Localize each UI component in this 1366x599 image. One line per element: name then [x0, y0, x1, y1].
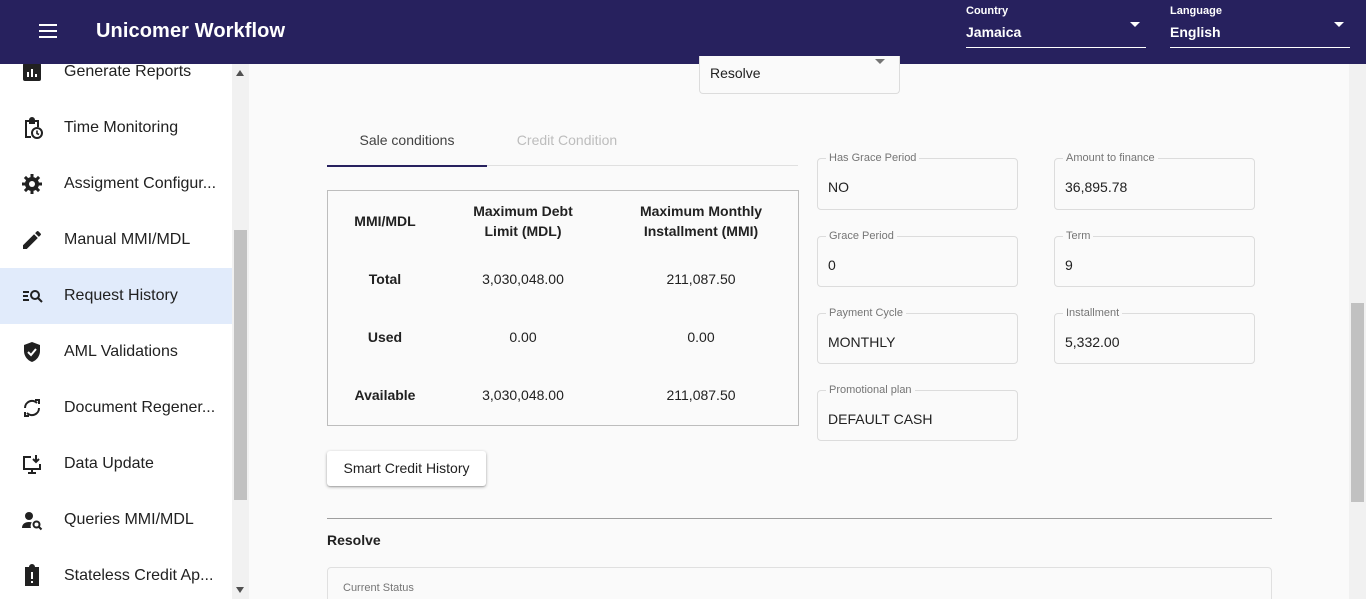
- resolve-section-title: Resolve: [327, 532, 381, 548]
- field-label: Amount to finance: [1063, 152, 1158, 164]
- field-label: Payment Cycle: [826, 307, 906, 319]
- field-value: 0: [828, 257, 836, 273]
- sidebar-item-queries-mmi-mdl[interactable]: Queries MMI/MDL: [0, 492, 232, 548]
- used-mdl-value: 0.00: [509, 329, 537, 345]
- sidebar-item-data-update[interactable]: Data Update: [0, 436, 232, 492]
- sidebar-item-generate-reports[interactable]: Generate Reports: [0, 64, 232, 100]
- header-mmi: Maximum Monthly Installment (MMI): [639, 203, 763, 239]
- sidebar-item-label: Generate Reports: [64, 64, 192, 80]
- language-value: English: [1170, 24, 1221, 40]
- field-value: MONTHLY: [828, 334, 896, 350]
- app-title: Unicomer Workflow: [96, 20, 286, 42]
- pencil-icon: [23, 230, 41, 249]
- field-value: 36,895.78: [1065, 179, 1128, 195]
- shield-check-icon: [24, 342, 40, 362]
- available-mdl-value: 3,030,048.00: [482, 387, 564, 403]
- installment-field[interactable]: Installment 5,332.00: [1054, 307, 1255, 364]
- current-status-field[interactable]: Current Status: [327, 567, 1272, 599]
- used-mmi-value: 0.00: [687, 329, 715, 345]
- sidebar-item-label: Queries MMI/MDL: [64, 511, 194, 528]
- field-value: DEFAULT CASH: [828, 411, 933, 427]
- field-value: 5,332.00: [1065, 334, 1120, 350]
- dropdown-arrow-icon: [1334, 22, 1344, 27]
- resolve-select-value: Resolve: [710, 65, 761, 81]
- clipboard-alert-icon: [25, 564, 39, 586]
- person-search-icon: [22, 512, 43, 531]
- report-icon: [23, 64, 41, 81]
- term-field[interactable]: Term 9: [1054, 230, 1255, 287]
- current-status-label: Current Status: [343, 582, 414, 594]
- scrollbar-thumb[interactable]: [1351, 303, 1364, 502]
- sidebar-item-label: Assigment Configur...: [64, 175, 217, 192]
- language-label: Language: [1170, 5, 1222, 17]
- row-label-used: Used: [367, 329, 403, 345]
- scroll-up-arrow-icon[interactable]: [236, 70, 244, 76]
- sidebar-item-label: Request History: [64, 287, 178, 304]
- sidebar-item-label: Document Regener...: [64, 399, 216, 416]
- language-select[interactable]: Language English: [1170, 4, 1350, 48]
- conditions-tabs: Sale conditions Credit Condition: [327, 120, 798, 167]
- mmi-mdl-table: MMI/MDL Maximum Debt Limit (MDL) Maximum…: [327, 190, 799, 426]
- field-label: Promotional plan: [826, 384, 915, 396]
- sidebar-item-aml-validations[interactable]: AML Validations: [0, 324, 232, 380]
- main-content: Resolve Sale conditions Credit Condition…: [249, 56, 1349, 599]
- sidebar-item-assigment-configuration[interactable]: Assigment Configur...: [0, 156, 232, 212]
- page-scrollbar[interactable]: [1349, 64, 1366, 599]
- clipboard-clock-icon: [25, 117, 43, 139]
- scrollbar-thumb[interactable]: [234, 230, 247, 500]
- sidebar-item-time-monitoring[interactable]: Time Monitoring: [0, 100, 232, 156]
- sidebar-item-manual-mmi-mdl[interactable]: Manual MMI/MDL: [0, 212, 232, 268]
- sidebar-item-label: Stateless Credit Ap...: [64, 567, 214, 584]
- tab-sale-conditions[interactable]: Sale conditions: [327, 120, 487, 167]
- amount-to-finance-field[interactable]: Amount to finance 36,895.78: [1054, 152, 1255, 210]
- sidebar-item-document-regeneration[interactable]: Document Regener...: [0, 380, 232, 436]
- row-label-total: Total: [368, 271, 402, 287]
- resolve-select[interactable]: Resolve: [699, 56, 900, 94]
- total-mmi-value: 211,087.50: [666, 271, 736, 287]
- sidebar-item-label: Data Update: [64, 455, 154, 472]
- row-label-available: Available: [354, 387, 416, 403]
- sidebar-item-request-history[interactable]: Request History: [0, 268, 232, 324]
- sidebar-scrollbar[interactable]: [232, 64, 249, 599]
- field-label: Has Grace Period: [826, 152, 920, 164]
- sidebar-item-label: Time Monitoring: [64, 119, 179, 136]
- payment-cycle-field[interactable]: Payment Cycle MONTHLY: [817, 307, 1018, 364]
- field-label: Installment: [1063, 307, 1123, 319]
- available-mmi-value: 211,087.50: [666, 387, 736, 403]
- promotional-plan-field[interactable]: Promotional plan DEFAULT CASH: [817, 384, 1018, 441]
- sidebar-item-label: AML Validations: [64, 343, 178, 360]
- smart-credit-history-button[interactable]: Smart Credit History: [327, 451, 486, 486]
- refresh-icon: [23, 399, 41, 417]
- has-grace-period-field[interactable]: Has Grace Period NO: [817, 152, 1018, 210]
- app-header: Unicomer Workflow Country Jamaica Langua…: [0, 0, 1366, 64]
- download-monitor-icon: [23, 455, 41, 474]
- section-divider: [327, 518, 1272, 519]
- total-mdl-value: 3,030,048.00: [482, 271, 564, 287]
- header-mmi-mdl: MMI/MDL: [354, 213, 416, 229]
- grace-period-field[interactable]: Grace Period 0: [817, 230, 1018, 287]
- country-select[interactable]: Country Jamaica: [966, 4, 1146, 48]
- sidebar-item-label: Manual MMI/MDL: [64, 231, 191, 248]
- field-label: Grace Period: [826, 230, 897, 242]
- dropdown-arrow-icon: [875, 59, 885, 64]
- tab-credit-condition[interactable]: Credit Condition: [487, 120, 647, 166]
- header-mdl: Maximum Debt Limit (MDL): [473, 203, 573, 239]
- scroll-down-arrow-icon[interactable]: [236, 587, 244, 593]
- dropdown-arrow-icon: [1130, 22, 1140, 27]
- sidebar-item-stateless-credit-app[interactable]: Stateless Credit Ap...: [0, 548, 232, 599]
- gear-icon: [22, 174, 42, 194]
- field-value: 9: [1065, 257, 1073, 273]
- country-value: Jamaica: [966, 24, 1022, 40]
- field-value: NO: [828, 179, 849, 195]
- field-label: Term: [1063, 230, 1094, 242]
- menu-icon[interactable]: [36, 22, 60, 42]
- search-list-icon: [23, 290, 43, 303]
- country-label: Country: [966, 5, 1009, 17]
- sidebar: Generate Reports Time Monitoring Assigme…: [0, 64, 232, 599]
